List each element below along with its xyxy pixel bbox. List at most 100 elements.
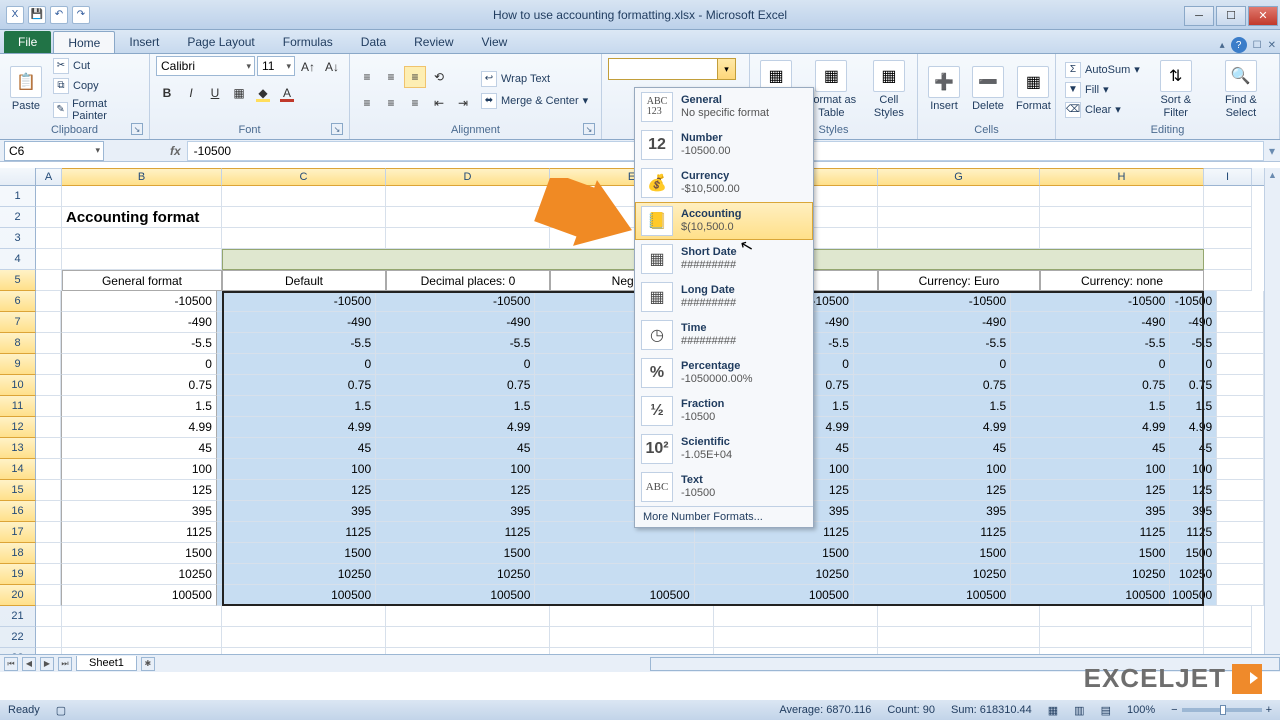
cell[interactable] — [222, 207, 386, 228]
cell[interactable]: 100500 — [61, 585, 216, 606]
cell[interactable]: 125 — [217, 480, 376, 501]
wrap-text-button[interactable]: ↩Wrap Text — [478, 70, 591, 88]
cell[interactable]: 0 — [1011, 354, 1170, 375]
cell[interactable]: 100500 — [1011, 585, 1170, 606]
close-button[interactable]: ✕ — [1248, 6, 1278, 26]
redo-icon[interactable]: ↷ — [72, 6, 90, 24]
cell[interactable] — [36, 228, 62, 249]
cell[interactable]: 395 — [1011, 501, 1170, 522]
cell[interactable]: 125 — [61, 480, 216, 501]
cut-button[interactable]: ✂Cut — [50, 57, 143, 75]
align-left-icon[interactable]: ≡ — [356, 92, 378, 114]
cell[interactable]: 0.75 — [1011, 375, 1170, 396]
cell[interactable]: 1.5 — [1170, 396, 1217, 417]
fmt-percentage[interactable]: %Percentage-1050000.00% — [635, 354, 813, 392]
cell[interactable]: 100 — [1170, 459, 1217, 480]
fmt-scientific[interactable]: 10²Scientific-1.05E+04 — [635, 430, 813, 468]
row-header[interactable]: 5 — [0, 270, 36, 291]
cell[interactable]: 4.99 — [61, 417, 216, 438]
cell[interactable]: 10250 — [61, 564, 216, 585]
cell[interactable]: 100500 — [695, 585, 854, 606]
cell[interactable] — [36, 207, 62, 228]
row-header[interactable]: 16 — [0, 501, 36, 522]
fmt-accounting[interactable]: 📒Accounting$(10,500.0 — [635, 202, 813, 240]
cell[interactable]: 100 — [217, 459, 376, 480]
cell[interactable]: -5.5 — [1170, 333, 1217, 354]
col-header[interactable]: G — [878, 168, 1040, 186]
col-header[interactable]: H — [1040, 168, 1204, 186]
cell[interactable]: 1125 — [1170, 522, 1217, 543]
cell[interactable]: 1500 — [61, 543, 216, 564]
cell[interactable]: Currency: Euro — [878, 270, 1040, 291]
data-tab[interactable]: Data — [347, 31, 400, 53]
italic-button[interactable]: I — [180, 82, 202, 104]
cell[interactable] — [36, 396, 61, 417]
row-header[interactable]: 1 — [0, 186, 36, 207]
cell[interactable]: Default — [222, 270, 386, 291]
cell[interactable] — [386, 627, 550, 648]
excel-icon[interactable]: X — [6, 6, 24, 24]
view-break-icon[interactable]: ▤ — [1101, 704, 1111, 717]
cell[interactable]: -490 — [854, 312, 1011, 333]
bold-button[interactable]: B — [156, 82, 178, 104]
cell[interactable] — [1204, 270, 1252, 291]
fmt-longdate[interactable]: ▦Long Date######### — [635, 278, 813, 316]
cell[interactable]: 0.75 — [61, 375, 216, 396]
cell[interactable]: 100500 — [1170, 585, 1217, 606]
cell[interactable]: General format — [62, 270, 222, 291]
cell[interactable] — [386, 207, 550, 228]
clear-button[interactable]: ⌫Clear ▾ — [1062, 101, 1143, 119]
cell[interactable]: -490 — [376, 312, 535, 333]
cell[interactable] — [535, 543, 694, 564]
row-header[interactable]: 21 — [0, 606, 36, 627]
row-header[interactable]: 12 — [0, 417, 36, 438]
prev-sheet-icon[interactable]: ◀ — [22, 657, 36, 671]
cell[interactable] — [36, 564, 61, 585]
cell[interactable] — [36, 249, 62, 270]
cell[interactable]: -490 — [1011, 312, 1170, 333]
row-header[interactable]: 13 — [0, 438, 36, 459]
cell[interactable]: 10250 — [1011, 564, 1170, 585]
cell[interactable] — [222, 228, 386, 249]
cell[interactable]: 1125 — [61, 522, 216, 543]
row-header[interactable]: 19 — [0, 564, 36, 585]
cell[interactable] — [62, 606, 222, 627]
align-top-icon[interactable]: ≡ — [356, 66, 378, 88]
cell[interactable]: 45 — [61, 438, 216, 459]
cell[interactable] — [1217, 333, 1264, 354]
clipboard-dialog-icon[interactable]: ↘ — [131, 123, 143, 135]
fmt-shortdate[interactable]: ▦Short Date######### — [635, 240, 813, 278]
cell[interactable] — [222, 627, 386, 648]
cell[interactable]: 100500 — [854, 585, 1011, 606]
cell[interactable] — [1040, 228, 1204, 249]
cell[interactable]: 4.99 — [1011, 417, 1170, 438]
cell[interactable]: 125 — [1170, 480, 1217, 501]
cell[interactable]: -10500 — [217, 291, 376, 312]
cell[interactable] — [1204, 228, 1252, 249]
cell[interactable]: 45 — [854, 438, 1011, 459]
col-header[interactable]: A — [36, 168, 62, 186]
workbook-close-icon[interactable]: ✕ — [1268, 40, 1276, 51]
sort-filter-button[interactable]: ⇅Sort & Filter — [1147, 58, 1205, 120]
cell[interactable] — [62, 627, 222, 648]
col-header[interactable]: B — [62, 168, 222, 186]
formulas-tab[interactable]: Formulas — [269, 31, 347, 53]
cell[interactable]: 100 — [376, 459, 535, 480]
row-header[interactable]: 7 — [0, 312, 36, 333]
align-bottom-icon[interactable]: ≡ — [404, 66, 426, 88]
cell[interactable] — [36, 606, 62, 627]
cell[interactable]: 1.5 — [1011, 396, 1170, 417]
cell[interactable] — [36, 438, 61, 459]
font-color-button[interactable]: A — [276, 82, 298, 104]
row-header[interactable]: 18 — [0, 543, 36, 564]
col-header[interactable]: C — [222, 168, 386, 186]
cell[interactable] — [1217, 417, 1264, 438]
cell[interactable] — [550, 627, 714, 648]
align-middle-icon[interactable]: ≡ — [380, 66, 402, 88]
cell[interactable] — [36, 186, 62, 207]
paste-button[interactable]: 📋 Paste — [6, 64, 46, 114]
cell[interactable]: 10250 — [695, 564, 854, 585]
window-restore-icon[interactable]: ☐ — [1253, 40, 1262, 51]
border-button[interactable]: ▦ — [228, 82, 250, 104]
cell[interactable]: -10500 — [61, 291, 216, 312]
